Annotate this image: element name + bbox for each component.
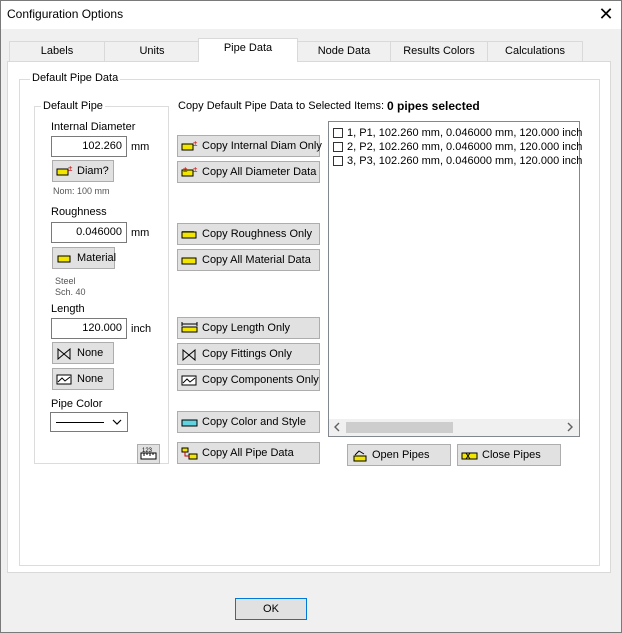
ruler-icon[interactable]: 123 (137, 444, 160, 464)
close-pipes-button[interactable]: Close Pipes (457, 444, 561, 466)
list-item[interactable]: 2, P2, 102.260 mm, 0.046000 mm, 120.000 … (333, 140, 582, 154)
chevron-left-icon[interactable] (333, 422, 341, 435)
components-icon (56, 373, 74, 386)
color-style-icon (181, 416, 199, 429)
ok-button[interactable]: OK (235, 598, 307, 620)
svg-text:±: ± (183, 166, 188, 174)
fittings-icon (181, 348, 199, 361)
copy-all-diameter-button[interactable]: ± ± Copy All Diameter Data (177, 161, 320, 183)
tab-pipe-data[interactable]: Pipe Data (198, 38, 298, 62)
diameter-icon: ± (56, 164, 74, 178)
open-pipes-icon (351, 449, 369, 462)
tab-calculations[interactable]: Calculations (487, 41, 583, 61)
copy-length-button[interactable]: Copy Length Only (177, 317, 320, 339)
scrollbar-thumb[interactable] (346, 422, 453, 433)
close-pipes-icon (461, 449, 479, 462)
components-button[interactable]: None (52, 368, 114, 390)
length-icon (181, 321, 199, 335)
internal-diameter-input[interactable]: 102.260 (51, 136, 127, 157)
length-input[interactable]: 120.000 (51, 318, 127, 339)
copy-color-style-button[interactable]: Copy Color and Style (177, 411, 320, 433)
pipe-list[interactable]: 1, P1, 102.260 mm, 0.046000 mm, 120.000 … (328, 121, 582, 437)
material-icon (181, 254, 199, 267)
length-label: Length (51, 303, 85, 315)
svg-text:±: ± (193, 140, 198, 148)
close-icon[interactable]: ✕ (591, 2, 621, 28)
roughness-unit: mm (131, 227, 150, 239)
length-unit: inch (131, 323, 152, 335)
tab-node-data[interactable]: Node Data (297, 41, 391, 61)
copy-components-button[interactable]: Copy Components Only (177, 369, 320, 391)
fittings-button[interactable]: None (52, 342, 114, 364)
components-icon (181, 374, 199, 387)
all-pipe-icon (181, 447, 199, 460)
nominal-size-text: Nom: 100 mm (53, 186, 110, 196)
copy-all-material-button[interactable]: Copy All Material Data (177, 249, 320, 271)
tab-results-colors[interactable]: Results Colors (390, 41, 488, 61)
default-pipe-data-title: Default Pipe Data (30, 72, 121, 84)
material-line2: Sch. 40 (55, 287, 86, 297)
material-button[interactable]: Material (52, 247, 116, 269)
diameter-icon: ± (181, 139, 199, 153)
material-icon (56, 252, 74, 265)
all-diameter-icon: ± ± (181, 165, 199, 179)
copy-internal-diam-button[interactable]: ± Copy Internal Diam Only (177, 135, 322, 157)
checkbox[interactable] (333, 156, 343, 167)
tab-page: Default Pipe Data Default Pipe Internal … (7, 61, 611, 573)
tab-labels[interactable]: Labels (9, 41, 105, 61)
list-item[interactable]: 3, P3, 102.260 mm, 0.046000 mm, 120.000 … (333, 154, 582, 168)
diameter-unit: mm (131, 141, 150, 153)
roughness-icon (181, 228, 199, 241)
copy-roughness-button[interactable]: Copy Roughness Only (177, 223, 320, 245)
internal-diameter-label: Internal Diameter (51, 121, 136, 133)
pipes-selected-count: 0 pipes selected (387, 99, 480, 113)
pipe-color-label: Pipe Color (51, 398, 103, 410)
diam-button[interactable]: ± Diam? (52, 160, 114, 182)
copy-all-pipe-button[interactable]: Copy All Pipe Data (177, 442, 320, 464)
list-item[interactable]: 1, P1, 102.260 mm, 0.046000 mm, 120.000 … (333, 126, 582, 140)
copy-fittings-button[interactable]: Copy Fittings Only (177, 343, 320, 365)
copy-header: Copy Default Pipe Data to Selected Items… (178, 100, 385, 112)
svg-text:±: ± (68, 165, 73, 173)
open-pipes-button[interactable]: Open Pipes (347, 444, 451, 466)
roughness-label: Roughness (51, 206, 107, 218)
pipe-color-select[interactable] (50, 412, 128, 432)
line-style-sample (56, 422, 104, 423)
tab-units[interactable]: Units (104, 41, 200, 61)
horizontal-scrollbar[interactable] (329, 419, 579, 436)
chevron-down-icon (111, 415, 123, 432)
material-line1: Steel (55, 276, 76, 286)
checkbox[interactable] (333, 142, 343, 153)
default-pipe-title: Default Pipe (41, 100, 105, 112)
svg-text:±: ± (193, 166, 198, 174)
window-title: Configuration Options (7, 7, 124, 21)
configuration-window: Configuration Options ✕ Labels Units Pip… (0, 0, 622, 633)
checkbox[interactable] (333, 128, 343, 139)
roughness-input[interactable]: 0.046000 (51, 222, 127, 243)
fittings-icon (56, 347, 74, 360)
title-bar: Configuration Options ✕ (1, 1, 621, 29)
chevron-right-icon[interactable] (566, 422, 574, 435)
